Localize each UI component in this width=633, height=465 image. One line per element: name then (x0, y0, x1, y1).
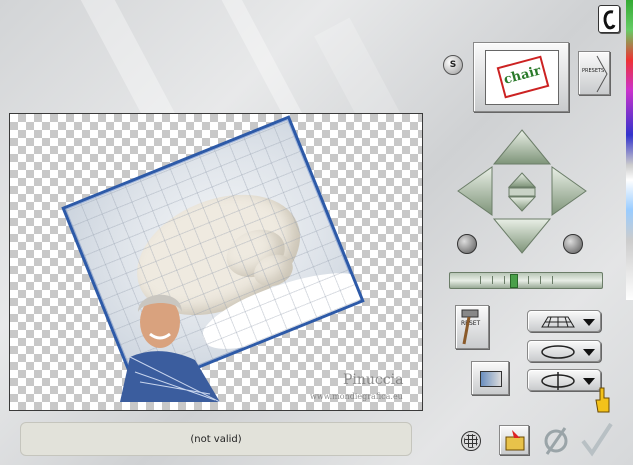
nudge-up-button[interactable] (507, 172, 537, 188)
c-logo-icon[interactable] (598, 5, 620, 33)
hammer-icon (461, 309, 479, 345)
rotate-right-knob[interactable] (563, 234, 583, 254)
arrow-up-button[interactable] (492, 129, 552, 165)
color-strip (626, 0, 633, 300)
preset-thumbnail[interactable]: chair (473, 42, 569, 112)
flip-icon (541, 372, 595, 390)
presets-arrow-icon (596, 55, 608, 93)
arrow-right-button[interactable] (551, 166, 587, 216)
slider-handle[interactable] (510, 274, 518, 288)
rotate-left-knob[interactable] (457, 234, 477, 254)
status-field: (not valid) (20, 422, 412, 456)
open-folder-button[interactable] (499, 425, 529, 455)
rotate-dropdown[interactable] (527, 340, 601, 362)
slider-track[interactable] (449, 272, 603, 289)
s-button[interactable]: S (443, 55, 463, 75)
s-label: S (449, 60, 457, 70)
preset-logo: chair (496, 55, 550, 99)
status-text: (not valid) (190, 433, 242, 445)
perspective-grid-icon (541, 316, 595, 328)
perspective-dropdown[interactable] (527, 310, 601, 332)
preview-canvas[interactable]: Pinuccia www.mondiegrafica.eu (9, 113, 423, 411)
arrow-left-button[interactable] (457, 166, 493, 216)
slider-ticks (480, 276, 560, 284)
presets-button[interactable]: PRESETS (578, 51, 610, 95)
portrait-figure (120, 294, 220, 402)
hand-pointer-icon (595, 387, 610, 413)
nudge-down-button[interactable] (507, 196, 537, 212)
checkmark-icon[interactable] (580, 421, 614, 457)
grid-icon[interactable] (461, 431, 481, 451)
watermark-name: Pinuccia (343, 372, 404, 388)
arrow-down-button[interactable] (492, 218, 552, 254)
preset-logo-text: chair (502, 63, 543, 88)
image-thumbnail-button[interactable] (471, 361, 509, 395)
flip-dropdown[interactable] (527, 369, 601, 391)
reset-button[interactable]: RESET (455, 305, 489, 349)
watermark-url: www.mondiegrafica.eu (310, 392, 403, 401)
rotate-icon (541, 345, 595, 359)
open-folder-icon (505, 430, 525, 451)
cancel-icon[interactable] (541, 424, 571, 456)
